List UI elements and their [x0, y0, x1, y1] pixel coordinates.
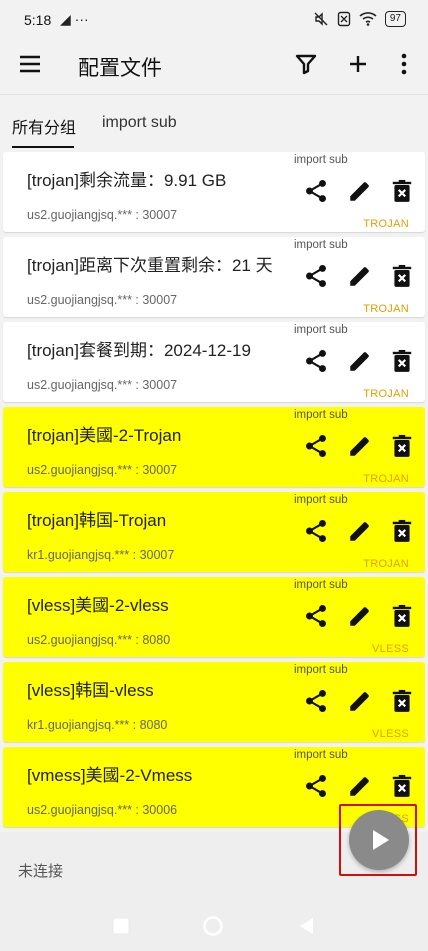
profile-name: [trojan]套餐到期：2024-12-19: [27, 341, 251, 360]
profile-server: kr1.guojiangjsq.*** : 30007: [27, 548, 175, 562]
profile-server: us2.guojiangjsq.*** : 30007: [27, 208, 178, 222]
profile-server: us2.guojiangjsq.*** : 30007: [27, 463, 178, 477]
profile-actions: [303, 518, 417, 546]
delete-icon[interactable]: [389, 348, 415, 374]
profile-name: [trojan]韩国-Trojan: [27, 511, 167, 530]
profile-server: kr1.guojiangjsq.*** : 8080: [27, 718, 168, 732]
tab-indicator: [12, 146, 74, 148]
profile-card[interactable]: [trojan]韩国-Trojan kr1.guojiangjsq.*** : …: [3, 492, 425, 572]
protocol-badge: TROJAN: [363, 558, 409, 570]
protocol-badge: TROJAN: [363, 473, 409, 485]
more-icon[interactable]: [392, 52, 416, 76]
profile-actions: [303, 348, 417, 376]
profile-name: [trojan]剩余流量：9.91 GB: [27, 171, 227, 190]
profile-actions: [303, 688, 417, 716]
edit-icon[interactable]: [347, 433, 373, 459]
delete-icon[interactable]: [389, 773, 415, 799]
profile-card[interactable]: [trojan]距离下次重置剩余：21 天 us2.guojiangjsq.**…: [3, 237, 425, 317]
profile-actions: [303, 433, 417, 461]
connection-status: 未连接: [18, 863, 64, 880]
profile-name: [trojan]距离下次重置剩余：21 天: [27, 256, 273, 275]
profile-actions: [303, 773, 417, 801]
profile-server: us2.guojiangjsq.*** : 30006: [27, 803, 178, 817]
mute-icon: [314, 12, 328, 26]
delete-icon[interactable]: [389, 433, 415, 459]
status-bar: 5:18 ◢ ··· 97: [0, 0, 428, 42]
share-icon[interactable]: [303, 433, 329, 459]
group-tabs: 所有分组 import sub: [0, 100, 428, 148]
share-icon[interactable]: [303, 688, 329, 714]
status-time: 5:18: [24, 12, 52, 28]
filter-icon[interactable]: [294, 52, 318, 76]
delete-icon[interactable]: [389, 263, 415, 289]
profile-actions: [303, 263, 417, 291]
edit-icon[interactable]: [347, 263, 373, 289]
edit-icon[interactable]: [347, 773, 373, 799]
home-icon[interactable]: [202, 915, 224, 937]
share-icon[interactable]: [303, 603, 329, 629]
app-bar-divider: [0, 94, 428, 95]
edit-icon[interactable]: [347, 603, 373, 629]
recents-icon[interactable]: [110, 915, 132, 937]
edit-icon[interactable]: [347, 348, 373, 374]
tab-all-groups[interactable]: 所有分组: [12, 114, 76, 138]
share-icon[interactable]: [303, 518, 329, 544]
add-icon[interactable]: [346, 52, 370, 76]
profile-subscription: import sub: [294, 579, 348, 591]
profile-name: [trojan]美國-2-Trojan: [27, 426, 182, 445]
profile-card[interactable]: [trojan]套餐到期：2024-12-19 us2.guojiangjsq.…: [3, 322, 425, 402]
system-nav-bar: [0, 905, 428, 951]
protocol-badge: TROJAN: [363, 388, 409, 400]
profile-server: us2.guojiangjsq.*** : 8080: [27, 633, 171, 647]
share-icon[interactable]: [303, 348, 329, 374]
delete-icon[interactable]: [389, 688, 415, 714]
tab-import-sub[interactable]: import sub: [102, 114, 177, 132]
profile-subscription: import sub: [294, 664, 348, 676]
profile-name: [vless]韩国-vless: [27, 681, 154, 700]
profile-card[interactable]: [vless]美國-2-vless us2.guojiangjsq.*** : …: [3, 577, 425, 657]
profile-card[interactable]: [trojan]美國-2-Trojan us2.guojiangjsq.*** …: [3, 407, 425, 487]
delete-icon[interactable]: [389, 603, 415, 629]
profile-subscription: import sub: [294, 324, 348, 336]
protocol-badge: VLESS: [372, 728, 409, 740]
profile-subscription: import sub: [294, 154, 348, 166]
edit-icon[interactable]: [347, 178, 373, 204]
status-notification-icons: ◢ ···: [60, 11, 89, 27]
profile-card[interactable]: [vless]韩国-vless kr1.guojiangjsq.*** : 80…: [3, 662, 425, 742]
profile-subscription: import sub: [294, 749, 348, 761]
menu-icon[interactable]: [18, 52, 42, 76]
status-right-icons: 97: [313, 11, 406, 27]
no-sim-icon: [337, 11, 351, 27]
share-icon[interactable]: [303, 773, 329, 799]
profile-card[interactable]: [trojan]剩余流量：9.91 GB us2.guojiangjsq.***…: [3, 152, 425, 232]
protocol-badge: VLESS: [372, 643, 409, 655]
annotation-highlight-box: [339, 804, 417, 876]
app-bar: 配置文件: [0, 40, 428, 90]
battery-icon: 97: [384, 11, 406, 27]
delete-icon[interactable]: [389, 178, 415, 204]
page-title: 配置文件: [78, 57, 162, 80]
profile-subscription: import sub: [294, 239, 348, 251]
profile-name: [vmess]美國-2-Vmess: [27, 766, 193, 785]
profile-subscription: import sub: [294, 409, 348, 421]
profile-server: us2.guojiangjsq.*** : 30007: [27, 378, 178, 392]
share-icon[interactable]: [303, 263, 329, 289]
profile-actions: [303, 603, 417, 631]
delete-icon[interactable]: [389, 518, 415, 544]
wifi-icon: [359, 12, 377, 26]
profile-name: [vless]美國-2-vless: [27, 596, 169, 615]
protocol-badge: TROJAN: [363, 218, 409, 230]
share-icon[interactable]: [303, 178, 329, 204]
profile-subscription: import sub: [294, 494, 348, 506]
back-icon[interactable]: [296, 915, 318, 937]
edit-icon[interactable]: [347, 688, 373, 714]
profile-actions: [303, 178, 417, 206]
protocol-badge: TROJAN: [363, 303, 409, 315]
profile-server: us2.guojiangjsq.*** : 30007: [27, 293, 178, 307]
edit-icon[interactable]: [347, 518, 373, 544]
